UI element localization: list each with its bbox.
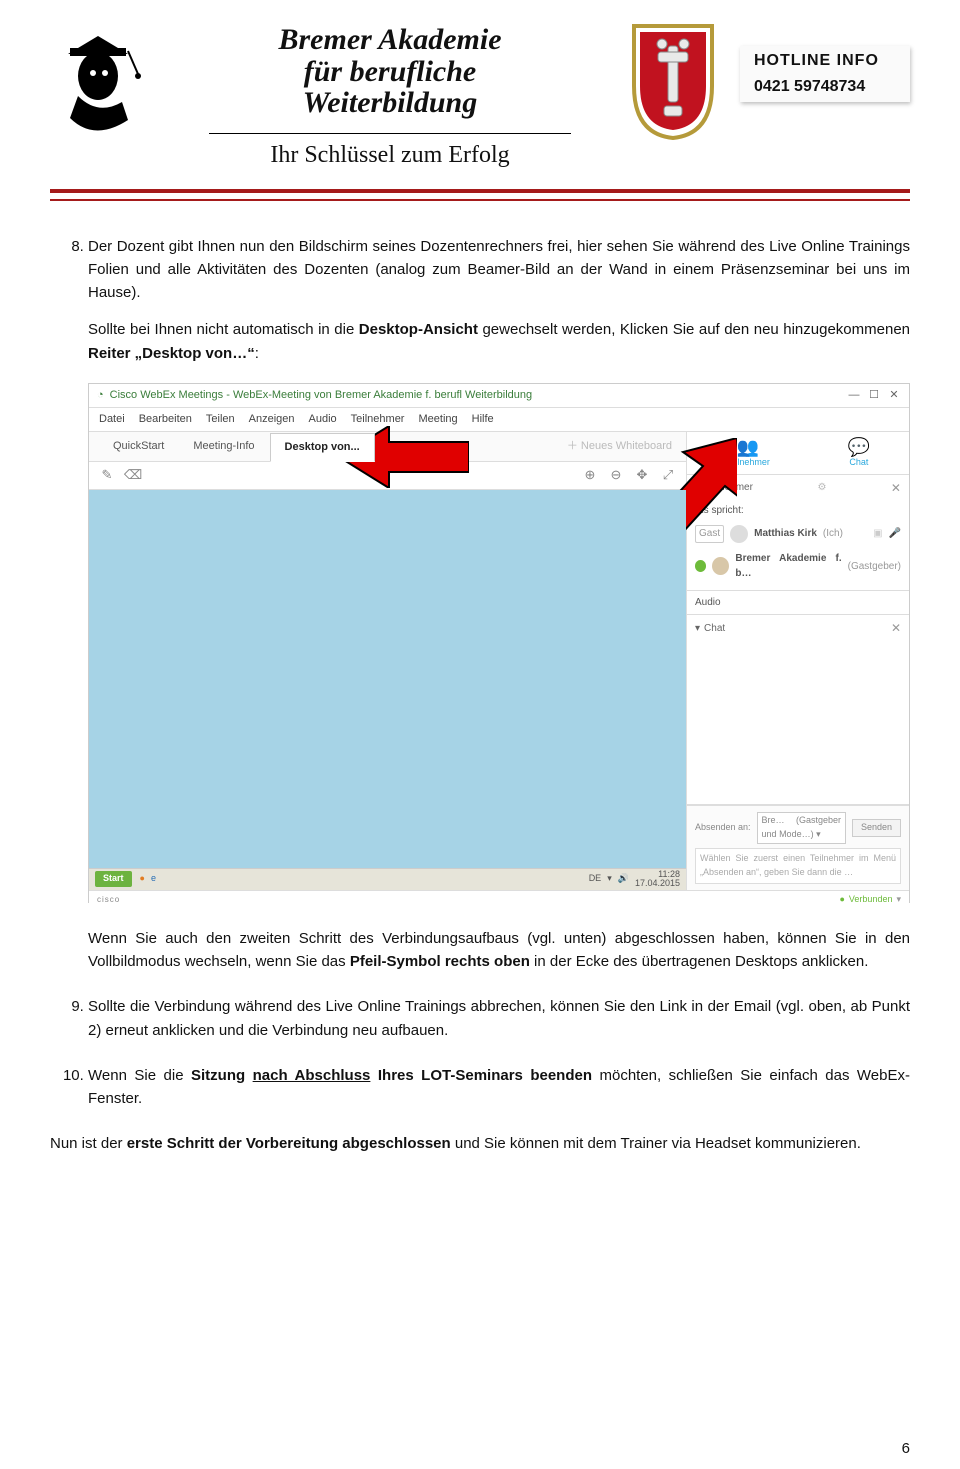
eraser-icon[interactable]: ⌫ bbox=[125, 467, 141, 483]
os-taskbar: Start ● e DE ▾ 🔊 11:28 17.04.2015 bbox=[89, 868, 686, 890]
taskbar-ie-icon[interactable]: e bbox=[151, 872, 156, 886]
chevron-down-icon[interactable]: ▾ bbox=[896, 893, 901, 907]
close-icon[interactable]: ✕ bbox=[891, 619, 901, 638]
chat-icon: 💬 bbox=[848, 438, 870, 456]
cisco-logo: cisco bbox=[97, 894, 120, 906]
tray-icon: ▾ bbox=[607, 872, 612, 886]
close-icon[interactable]: ✕ bbox=[891, 479, 901, 498]
webex-left-pane: QuickStart Meeting-Info Desktop von... ＋… bbox=[89, 432, 687, 890]
webex-title: Cisco WebEx Meetings - WebEx-Meeting von… bbox=[110, 387, 532, 404]
letterhead-title-l1: Bremer Akademie bbox=[164, 24, 616, 56]
instruction-list: Der Dozent gibt Ihnen nun den Bildschirm… bbox=[50, 235, 910, 1111]
pencil-icon[interactable]: ✎ bbox=[99, 467, 115, 483]
menu-view[interactable]: Anzeigen bbox=[249, 411, 295, 428]
window-maximize-button[interactable]: ☐ bbox=[867, 387, 881, 404]
closing-paragraph: Nun ist der erste Schritt der Vorbereitu… bbox=[50, 1132, 910, 1155]
bremen-crest bbox=[630, 22, 716, 142]
after-screenshot-note: Wenn Sie auch den zweiten Schritt des Ve… bbox=[88, 927, 910, 974]
webex-statusbar: cisco ● Verbunden ▾ bbox=[89, 890, 909, 910]
hotline-box: HOTLINE INFO 0421 59748734 bbox=[740, 46, 910, 102]
item8-text: Der Dozent gibt Ihnen nun den Bildschirm… bbox=[88, 235, 910, 305]
gear-icon[interactable]: ⚙ bbox=[817, 480, 826, 496]
send-to-label: Absenden an: bbox=[695, 821, 751, 835]
menu-help[interactable]: Hilfe bbox=[472, 411, 494, 428]
webex-window: ◔ Cisco WebEx Meetings - WebEx-Meeting v… bbox=[88, 383, 910, 903]
window-minimize-button[interactable]: — bbox=[847, 387, 861, 404]
webex-menubar: Datei Bearbeiten Teilen Anzeigen Audio T… bbox=[89, 408, 909, 432]
chat-compose: Absenden an: Bre… (Gastgeber und Mode…) … bbox=[687, 805, 909, 890]
list-item-10: Wenn Sie die Sitzung nach Abschluss Ihre… bbox=[88, 1064, 910, 1111]
hotline-label: HOTLINE INFO bbox=[754, 52, 896, 70]
camera-icon[interactable]: ▣ bbox=[873, 526, 882, 542]
chevron-down-icon[interactable]: ▾ bbox=[695, 621, 700, 637]
tab-meeting-info[interactable]: Meeting-Info bbox=[179, 433, 269, 460]
window-close-button[interactable]: ✕ bbox=[887, 387, 901, 404]
letterhead-center: Bremer Akademie für berufliche Weiterbil… bbox=[164, 18, 616, 169]
letterhead-title-l3: Weiterbildung bbox=[164, 87, 616, 119]
letterhead-subtitle: Ihr Schlüssel zum Erfolg bbox=[164, 133, 616, 169]
send-to-select[interactable]: Bre… (Gastgeber und Mode…) ▾ bbox=[757, 812, 846, 844]
connection-status: ● Verbunden ▾ bbox=[839, 893, 901, 907]
taskbar-firefox-icon[interactable]: ● bbox=[140, 872, 145, 886]
letterhead: Bremer Akademie für berufliche Weiterbil… bbox=[50, 18, 910, 169]
page-number: 6 bbox=[902, 1440, 910, 1457]
audio-panel[interactable]: Audio bbox=[687, 591, 909, 616]
tab-desktop-von[interactable]: Desktop von... bbox=[270, 433, 375, 462]
chat-tab[interactable]: 💬 Chat bbox=[848, 438, 870, 470]
tab-quickstart[interactable]: QuickStart bbox=[99, 433, 179, 460]
menu-audio[interactable]: Audio bbox=[309, 411, 337, 428]
send-button[interactable]: Senden bbox=[852, 819, 901, 837]
tray-clock: 11:28 17.04.2015 bbox=[635, 870, 680, 888]
item8-note: Sollte bei Ihnen nicht automatisch in di… bbox=[88, 318, 910, 365]
hotline-number: 0421 59748734 bbox=[754, 78, 896, 96]
graduate-logo bbox=[50, 18, 150, 148]
header-rule bbox=[50, 189, 910, 199]
list-item-8: Der Dozent gibt Ihnen nun den Bildschirm… bbox=[88, 235, 910, 974]
webex-logo-icon: ◔ bbox=[97, 387, 104, 404]
menu-file[interactable]: Datei bbox=[99, 411, 125, 428]
menu-share[interactable]: Teilen bbox=[206, 411, 235, 428]
zoom-in-icon[interactable]: ⊕ bbox=[582, 467, 598, 483]
tray-icon2: 🔊 bbox=[618, 872, 629, 886]
letterhead-title-l2: für berufliche bbox=[164, 56, 616, 88]
body-text: Der Dozent gibt Ihnen nun den Bildschirm… bbox=[50, 235, 910, 1156]
chat-input[interactable]: Wählen Sie zuerst einen Teilnehmer im Me… bbox=[695, 848, 901, 884]
connected-dot-icon: ● bbox=[839, 893, 844, 907]
list-item-9: Sollte die Verbindung während des Live O… bbox=[88, 995, 910, 1042]
tray-lang[interactable]: DE bbox=[589, 872, 602, 886]
menu-edit[interactable]: Bearbeiten bbox=[139, 411, 192, 428]
mute-icon[interactable]: 🎤 bbox=[889, 526, 901, 542]
shared-desktop-canvas bbox=[89, 490, 686, 868]
chat-panel: ▾ Chat ✕ bbox=[687, 615, 909, 805]
start-button[interactable]: Start bbox=[95, 871, 132, 887]
webex-titlebar: ◔ Cisco WebEx Meetings - WebEx-Meeting v… bbox=[89, 384, 909, 408]
